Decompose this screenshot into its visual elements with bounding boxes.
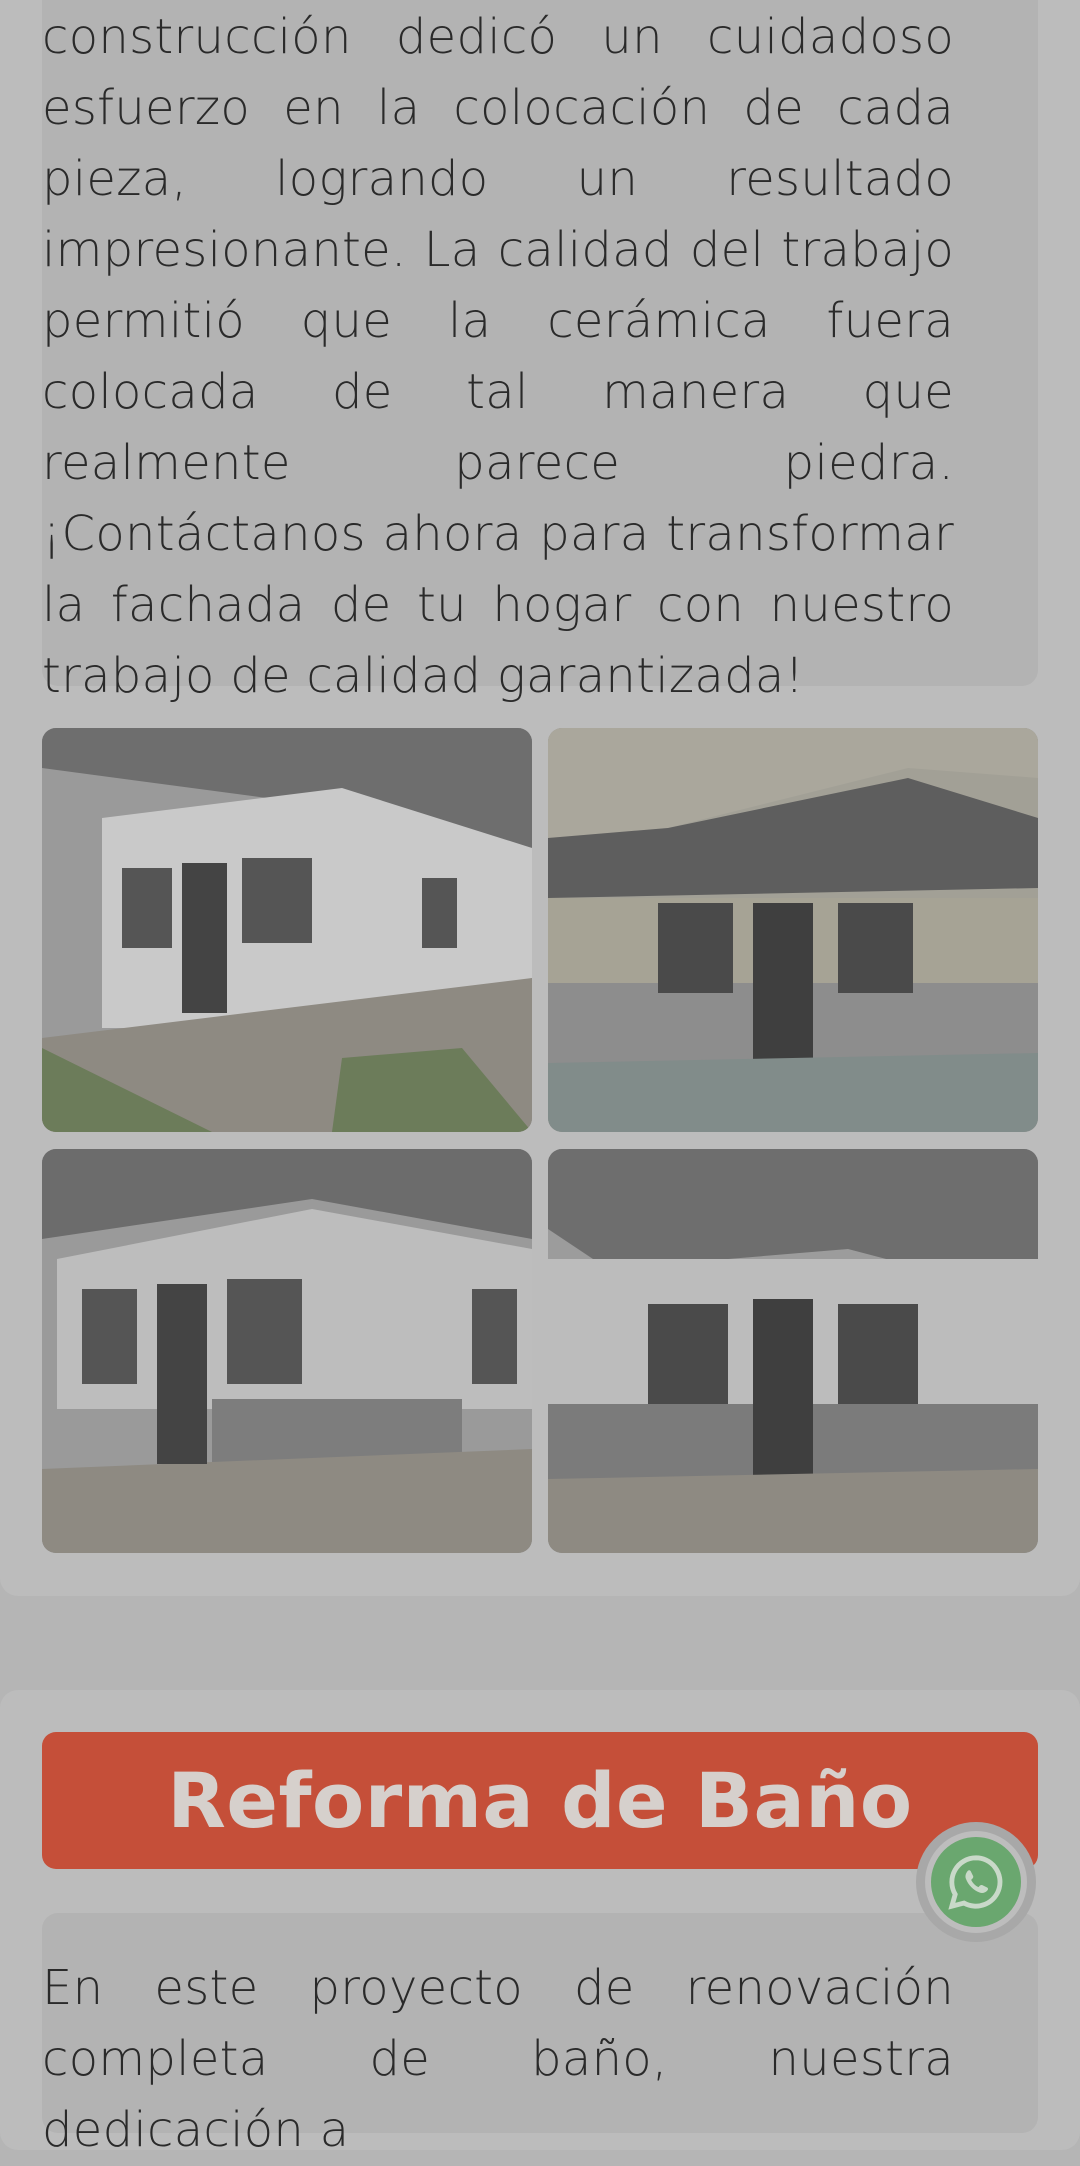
whatsapp-icon: [925, 1831, 1027, 1933]
project-title: Reforma de Baño: [167, 1756, 913, 1845]
project-title-bar: Reforma de Baño: [42, 1732, 1038, 1869]
project-description: construcción dedicó un cuidadoso esfuerz…: [42, 9, 954, 704]
gallery-photo[interactable]: [42, 1149, 532, 1553]
gallery-photo[interactable]: [42, 728, 532, 1132]
gallery-photo[interactable]: [548, 1149, 1038, 1553]
gallery-photo[interactable]: [548, 728, 1038, 1132]
project-description: En este proyecto de renovación completa …: [42, 1960, 954, 2158]
whatsapp-button[interactable]: [916, 1822, 1036, 1942]
